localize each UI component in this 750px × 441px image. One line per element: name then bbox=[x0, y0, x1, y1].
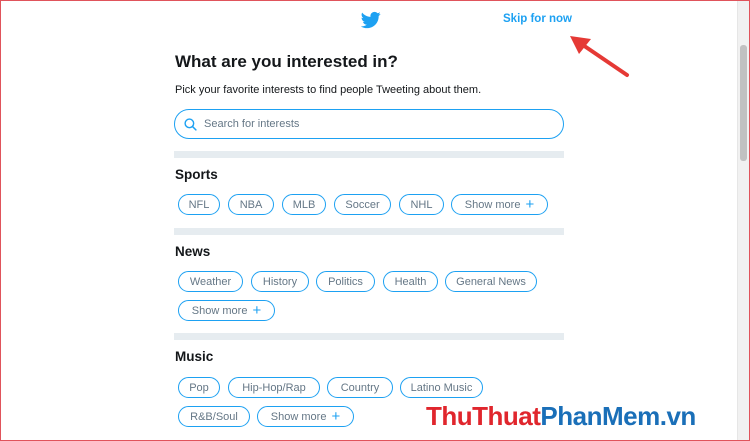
interest-chip-mlb[interactable]: MLB bbox=[282, 194, 326, 215]
plus-icon: + bbox=[331, 408, 341, 425]
interest-chip-soccer[interactable]: Soccer bbox=[334, 194, 391, 215]
show-more-sports-button[interactable]: Show more + bbox=[451, 194, 548, 215]
watermark-logo: ThuThuatPhanMem.vn bbox=[426, 401, 696, 432]
section-title-music: Music bbox=[175, 349, 214, 364]
show-more-music-button[interactable]: Show more + bbox=[257, 406, 354, 427]
section-divider bbox=[174, 228, 564, 235]
watermark-part-3: .vn bbox=[659, 401, 697, 431]
search-box[interactable] bbox=[174, 109, 564, 139]
page-subtitle: Pick your favorite interests to find peo… bbox=[175, 84, 482, 96]
watermark-part-1: ThuThuat bbox=[426, 401, 541, 431]
section-title-news: News bbox=[175, 244, 211, 259]
interest-chip-general-news[interactable]: General News bbox=[445, 271, 537, 292]
skip-for-now-link[interactable]: Skip for now bbox=[503, 13, 572, 25]
search-input[interactable] bbox=[204, 114, 544, 134]
interest-chip-health[interactable]: Health bbox=[383, 271, 438, 292]
plus-icon: + bbox=[252, 302, 262, 319]
show-more-news-button[interactable]: Show more + bbox=[178, 300, 275, 321]
scrollbar[interactable] bbox=[737, 1, 749, 440]
section-divider bbox=[174, 333, 564, 340]
interest-chip-rb-soul[interactable]: R&B/Soul bbox=[178, 406, 250, 427]
page-title: What are you interested in? bbox=[175, 52, 398, 71]
interest-chip-nfl[interactable]: NFL bbox=[178, 194, 220, 215]
show-more-label: Show more bbox=[191, 304, 248, 317]
interest-chip-weather[interactable]: Weather bbox=[178, 271, 243, 292]
section-divider bbox=[174, 151, 564, 158]
interest-chip-pop[interactable]: Pop bbox=[178, 377, 220, 398]
interest-chip-hip-hop-rap[interactable]: Hip-Hop/Rap bbox=[228, 377, 320, 398]
interest-chip-nba[interactable]: NBA bbox=[228, 194, 274, 215]
annotation-arrow-icon bbox=[570, 36, 629, 77]
interest-chip-history[interactable]: History bbox=[251, 271, 309, 292]
interest-chip-latino-music[interactable]: Latino Music bbox=[400, 377, 483, 398]
interest-chip-nhl[interactable]: NHL bbox=[399, 194, 444, 215]
watermark-part-2: PhanMem bbox=[540, 401, 660, 431]
show-more-label: Show more bbox=[464, 198, 521, 211]
scrollbar-thumb[interactable] bbox=[740, 45, 747, 161]
twitter-bird-icon bbox=[361, 11, 381, 29]
search-icon bbox=[184, 118, 197, 131]
show-more-label: Show more bbox=[270, 410, 327, 423]
plus-icon: + bbox=[525, 196, 535, 213]
section-title-sports: Sports bbox=[175, 167, 218, 182]
interest-chip-politics[interactable]: Politics bbox=[316, 271, 375, 292]
interest-chip-country[interactable]: Country bbox=[327, 377, 393, 398]
